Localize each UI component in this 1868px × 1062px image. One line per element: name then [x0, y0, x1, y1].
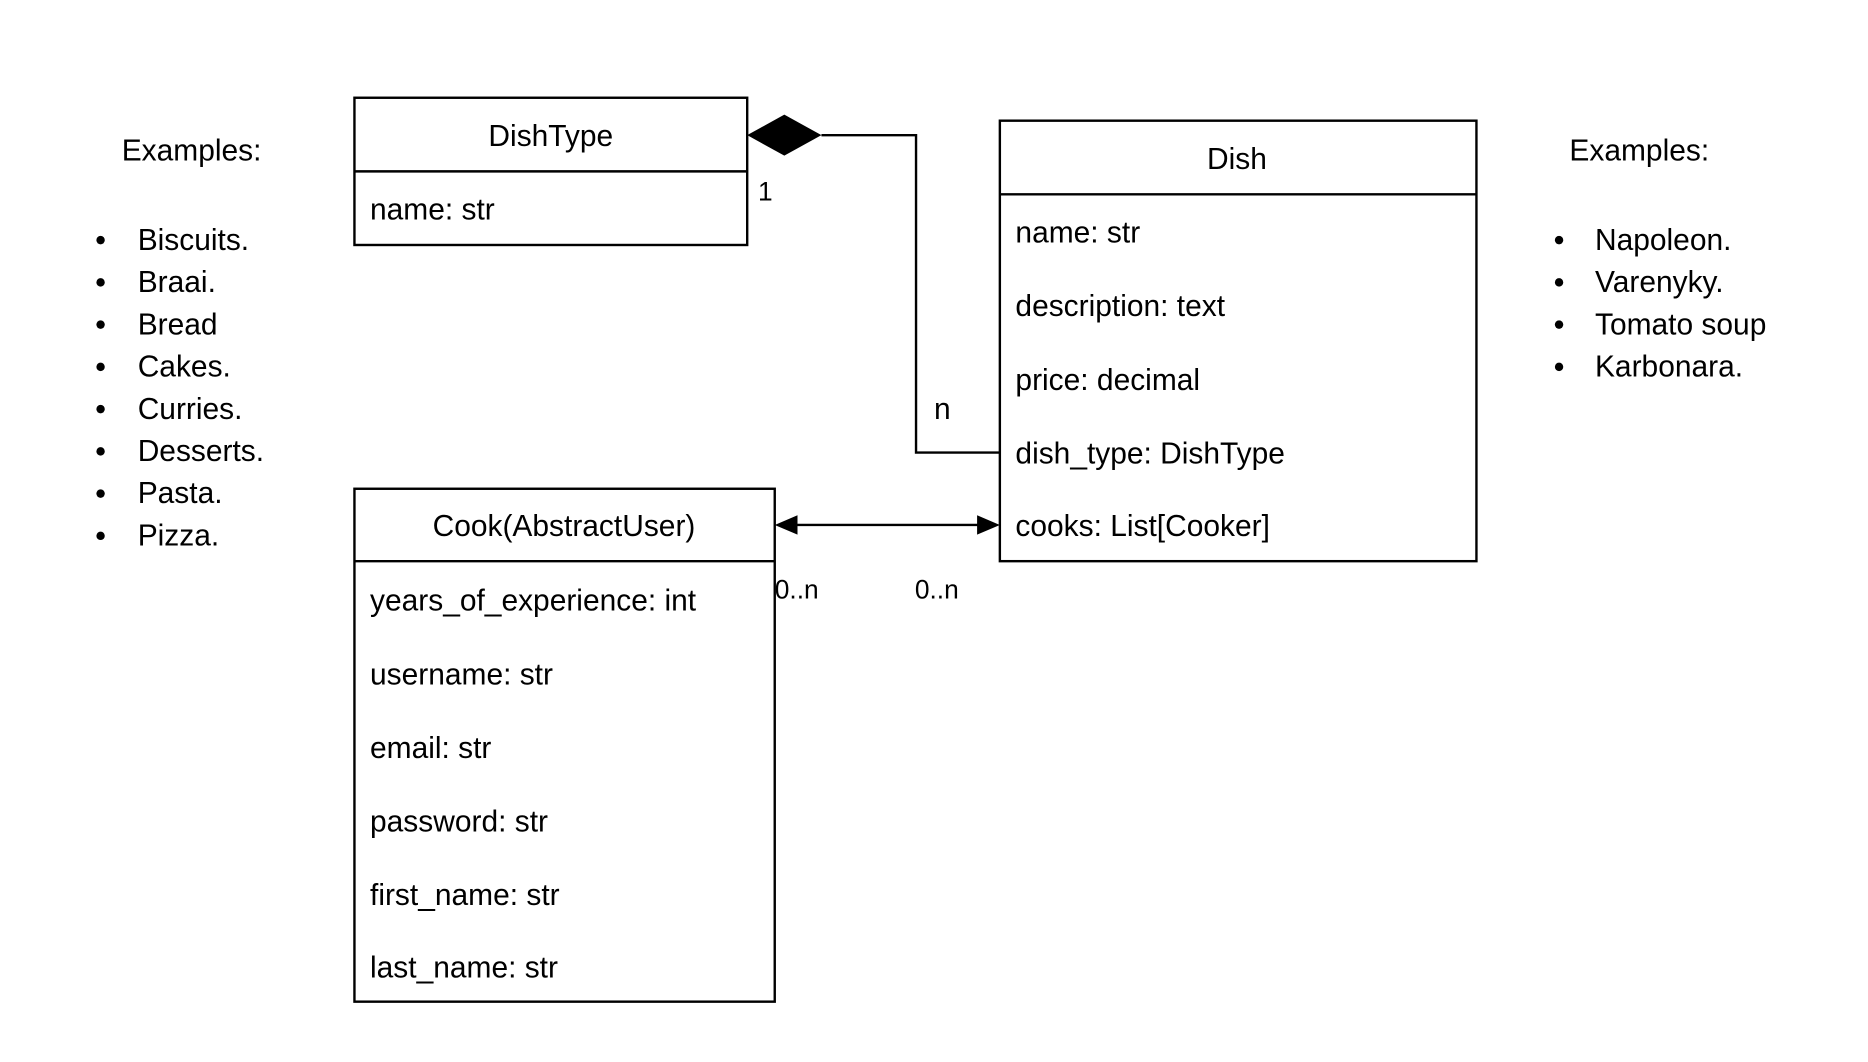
cook-field: last_name: str	[370, 951, 558, 984]
bullet-icon	[96, 489, 105, 498]
right-examples: Examples: Napoleon. Varenyky. Tomato soup K…	[1554, 134, 1766, 384]
class-dishtype[interactable]: DishType name: str	[353, 96, 749, 247]
bullet-icon	[96, 362, 105, 372]
cook-field: email: str	[370, 732, 491, 765]
example-item: Braai.	[138, 266, 216, 299]
cook-field: password: str	[370, 805, 548, 838]
example-item: Biscuits.	[138, 224, 249, 257]
class-cook[interactable]: Cook(AbstractUser) years_of_experience: …	[353, 487, 776, 1003]
multiplicity-1: 1	[758, 176, 773, 206]
bullet-icon	[96, 404, 105, 414]
bullet-icon	[1554, 235, 1564, 245]
dish-title: Dish	[1207, 143, 1267, 176]
example-item: Bread	[138, 308, 218, 341]
cook-field: years_of_experience: int	[370, 585, 697, 618]
association-cook-dish[interactable]: 0..n 0..n	[774, 515, 1000, 605]
dish-field: cooks: List[Cooker]	[1015, 510, 1270, 543]
example-item: Tomato soup	[1595, 308, 1766, 341]
dish-field: dish_type: DishType	[1015, 437, 1285, 470]
arrow-left-icon	[774, 515, 798, 535]
bullet-icon	[1554, 278, 1564, 287]
example-item: Varenyky.	[1595, 266, 1724, 299]
example-item: Desserts.	[138, 435, 264, 468]
example-item: Pizza.	[138, 519, 220, 552]
arrow-right-icon	[977, 515, 1000, 535]
dish-field: price: decimal	[1015, 364, 1200, 397]
uml-class-diagram: Examples: Biscuits. Braai. Bread Cakes. Curr…	[96, 96, 1766, 1003]
left-examples: Examples: Biscuits. Braai. Bread Cakes. Curr…	[96, 134, 264, 553]
example-item: Curries.	[138, 393, 243, 426]
bullet-icon	[96, 531, 105, 541]
composition-diamond-icon	[747, 114, 822, 156]
cook-title: Cook(AbstractUser)	[433, 510, 696, 543]
right-examples-title: Examples:	[1569, 134, 1709, 167]
cook-multiplicity: 0..n	[775, 574, 819, 604]
bullet-icon	[1554, 320, 1564, 329]
bullet-icon	[1554, 362, 1564, 372]
cook-field: first_name: str	[370, 879, 560, 912]
dish-field: description: text	[1015, 290, 1225, 323]
composition-line	[821, 133, 1000, 454]
dish-box	[998, 119, 1478, 563]
example-item: Karbonara.	[1595, 350, 1743, 383]
example-item: Cakes.	[138, 350, 231, 383]
composition-dishtype-dish[interactable]: 1 n	[747, 114, 1000, 454]
bullet-icon	[96, 278, 105, 287]
dishtype-title: DishType	[488, 120, 613, 153]
bullet-icon	[96, 320, 105, 329]
example-item: Pasta.	[138, 477, 223, 510]
example-item: Napoleon.	[1595, 224, 1731, 257]
bullet-icon	[96, 447, 105, 456]
cook-field: username: str	[370, 658, 553, 691]
dish-field: name: str	[1015, 216, 1140, 249]
dishtype-field: name: str	[370, 194, 495, 227]
class-dish[interactable]: Dish name: str description: text price: …	[998, 119, 1478, 563]
bullet-icon	[96, 235, 105, 245]
dish-multiplicity: 0..n	[915, 574, 959, 604]
multiplicity-n: n	[934, 393, 951, 426]
left-examples-title: Examples:	[122, 134, 262, 167]
